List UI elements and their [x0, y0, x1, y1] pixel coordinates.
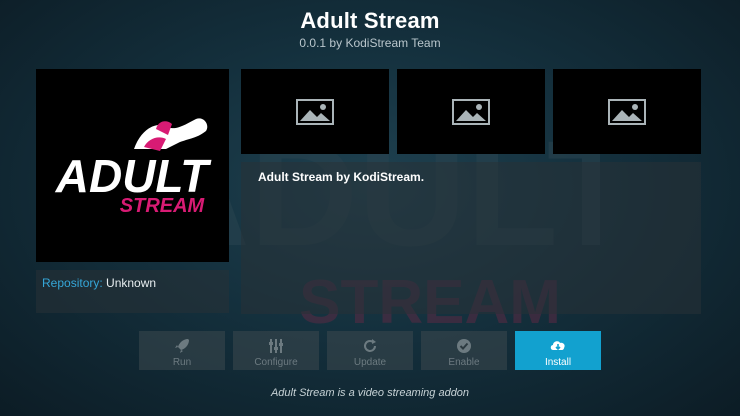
addon-description: Adult Stream by KodiStream.	[241, 162, 701, 314]
sliders-icon	[269, 339, 283, 353]
figure-silhouette-icon	[134, 118, 208, 151]
screenshot-1[interactable]	[241, 69, 389, 154]
addon-version-author: 0.0.1 by KodiStream Team	[299, 36, 441, 50]
update-label: Update	[353, 357, 387, 368]
cloud-download-icon	[550, 341, 565, 351]
run-button[interactable]: Run	[139, 331, 225, 370]
image-placeholder-icon	[452, 98, 490, 125]
image-placeholder-icon	[296, 98, 334, 125]
repository-label: Repository:	[42, 276, 103, 290]
logo-word-stream: STREAM	[120, 195, 206, 217]
update-button[interactable]: Update	[327, 331, 413, 370]
run-label: Run	[172, 357, 192, 368]
addon-title: Adult Stream	[300, 8, 440, 33]
description-text: Adult Stream by KodiStream.	[258, 170, 425, 184]
rocket-icon	[175, 339, 189, 353]
enable-button[interactable]: Enable	[421, 331, 507, 370]
install-button[interactable]: Install	[515, 331, 601, 370]
addon-summary: Adult Stream is a video streaming addon	[270, 387, 470, 399]
configure-button[interactable]: Configure	[233, 331, 319, 370]
configure-label: Configure	[254, 357, 298, 368]
addon-icon: ADULT STREAM	[36, 69, 229, 262]
install-label: Install	[544, 357, 572, 368]
screenshot-2[interactable]	[397, 69, 545, 154]
check-icon	[457, 339, 471, 353]
repository-value: Unknown	[106, 276, 157, 290]
repository-info: Repository: Unknown	[36, 270, 229, 313]
adult-stream-logo: ADULT STREAM	[55, 118, 212, 217]
refresh-icon	[364, 339, 376, 352]
enable-label: Enable	[448, 357, 480, 368]
image-placeholder-icon	[608, 98, 646, 125]
screenshot-3[interactable]	[553, 69, 701, 154]
